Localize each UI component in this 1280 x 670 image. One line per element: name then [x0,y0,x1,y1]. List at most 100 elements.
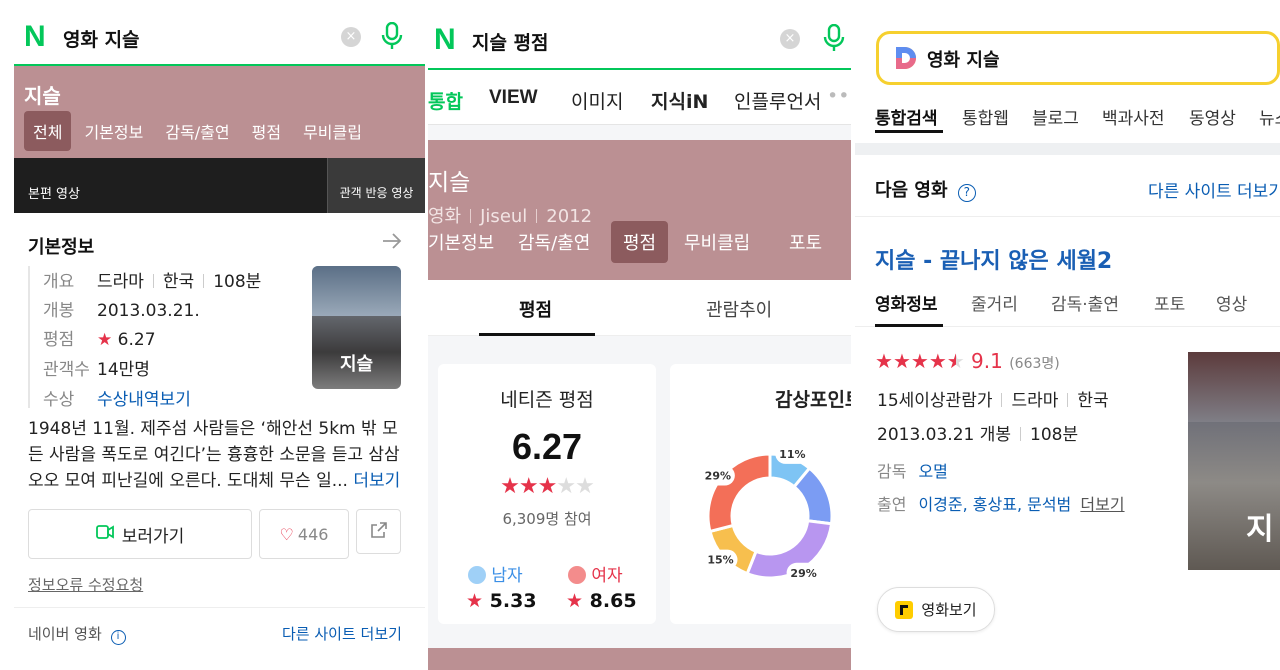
clear-icon[interactable]: × [341,27,361,47]
award-link[interactable]: 수상내역보기 [97,390,191,410]
overview-label: 개요 [43,272,75,292]
help-icon[interactable]: ? [957,184,976,202]
male-label-row: 남자 [468,561,523,586]
tab-rating[interactable]: 평점 [243,111,290,151]
naver-logo[interactable]: N [434,25,460,55]
video-strip[interactable]: 본편 영상 관객 반응 영상 [14,158,425,213]
search-query[interactable]: 영화 지슬 [927,46,1000,72]
audience-row: 관객수 14만명 [43,355,150,380]
naver-movie-panel: N 영화 지슬 × 지슬 전체 기본정보 감독/출연 평점 무비클립 본편 영상… [0,0,428,670]
release-label: 개봉 [43,301,75,321]
tab-news[interactable]: 뉴스 [1259,104,1280,129]
participants: 6,309명 참여 [502,510,592,528]
mic-icon[interactable] [823,23,845,56]
tab-integrated-web[interactable]: 통합웹 [962,104,1009,129]
female-score-row: ★ 8.65 [566,590,637,612]
tab-director-cast[interactable]: 감독·출연 [1051,290,1119,315]
tab-kin[interactable]: 지식iN [651,87,708,114]
audience-value: 14만명 [97,360,150,380]
more-dots-icon[interactable]: •• [827,85,849,107]
tab-influencer[interactable]: 인플루언서 [734,87,820,114]
tab-image[interactable]: 이미지 [571,87,623,114]
female-label-row: 여자 [568,561,623,586]
rating-subtabs: 평점 관람추이 [428,280,851,336]
footer-source-label: 네이버 영화 [28,625,102,643]
tab-movie-info[interactable]: 영화정보 [875,290,938,315]
daum-search-box[interactable]: 영화 지슬 [876,31,1280,85]
tab-photo[interactable]: 포토 [1154,290,1185,315]
tab-video[interactable]: 동영상 [1189,104,1236,129]
cast-label: 출연 [877,495,907,514]
search-query[interactable]: 영화 지슬 [63,25,140,52]
movie-poster[interactable]: 지슬 [312,266,401,389]
like-button[interactable]: ♡ 446 [259,509,349,559]
genre: 드라마 [1011,391,1059,411]
section-title: 기본정보 [28,237,95,258]
more-link[interactable]: 더보기 [353,471,400,491]
director-link[interactable]: 오멸 [918,462,947,481]
tab-integrated[interactable]: 통합 [428,87,463,114]
poster-title: 지슬 [340,354,374,375]
info-icon[interactable]: i [110,630,126,645]
arrow-right-icon[interactable] [382,232,402,254]
main-video-label[interactable]: 본편 영상 [28,183,80,202]
report-error-link[interactable]: 정보오류 수정요청 [28,574,143,595]
star-empty-icon: ★ [575,474,595,499]
tab-movie-clip[interactable]: 무비클립 [684,229,750,255]
tab-basic-info[interactable]: 기본정보 [428,229,494,255]
tab-video-clip[interactable]: 영상 [1216,290,1247,315]
tab-rating[interactable]: 평점 [611,221,669,263]
tab-blog[interactable]: 블로그 [1032,104,1079,129]
footer-more-link[interactable]: 다른 사이트 더보기 [282,623,402,644]
runtime: 108분 [1030,425,1079,445]
movie-title-en: Jiseul [480,206,528,227]
star-filled-icon: ★ [537,474,558,499]
mic-icon[interactable] [381,21,403,54]
donut-label-text: 29% [705,470,731,483]
star-icon: ★ [566,590,584,612]
cast-more-link[interactable]: 더보기 [1080,495,1124,514]
tab-integrated-search[interactable]: 통합검색 [875,104,938,129]
poster-sky [1188,352,1280,422]
star-half-icon: ★ [946,349,965,373]
tab-cast[interactable]: 감독/출연 [156,111,238,151]
donut-label: 11% [775,443,810,464]
country: 한국 [1077,391,1109,411]
tab-photo[interactable]: 포토 [789,229,822,255]
tab-synopsis[interactable]: 줄거리 [971,290,1018,315]
video-icon [95,524,114,544]
movie-poster[interactable]: 지 [1188,352,1280,570]
clear-icon[interactable]: × [780,29,800,49]
movie-title: 지슬 [428,170,471,196]
synopsis-text: 1948년 11월. 제주섬 사람들은 ‘해안선 5km 밖 모든 사람을 폭도… [28,419,400,491]
tab-all[interactable]: 전체 [24,111,72,151]
subtab-rating[interactable]: 평점 [519,296,552,322]
tab-basic-info[interactable]: 기본정보 [75,111,152,151]
subtab-trend[interactable]: 관람추이 [706,296,772,322]
share-button[interactable] [356,509,401,554]
other-sites-link[interactable]: 다른 사이트 더보기 [1148,177,1280,202]
movie-title-link[interactable]: 지슬 - 끝나지 않은 세월2 [875,243,1112,275]
netizen-rating-card: 네티즌 평점 6.27 ★★★★★ 6,309명 참여 남자 ★ 5.33 여자… [438,364,656,624]
cast-links[interactable]: 이경준, 홍상표, 문석범 [918,495,1071,514]
donut-label: 29% [786,562,821,583]
naver-logo[interactable]: N [24,22,50,52]
search-query[interactable]: 지슬 평점 [472,28,549,55]
tab-cast[interactable]: 감독/출연 [518,229,590,255]
male-score-row: ★ 5.33 [466,590,537,612]
section-gap [855,143,1280,155]
watch-button[interactable]: 보러가기 [28,509,252,559]
tab-encyclopedia[interactable]: 백과사전 [1102,104,1165,129]
tab-view[interactable]: VIEW [489,87,538,109]
subtab-active-bar [479,333,595,336]
section-title: 다음 영화 [875,180,948,201]
watch-movie-button[interactable]: 영화보기 [877,587,995,632]
reaction-video-label[interactable]: 관객 반응 영상 [327,158,425,213]
daum-logo[interactable] [893,45,917,71]
tab-movie-clip[interactable]: 무비클립 [294,111,371,151]
netizen-title: 네티즌 평점 [500,389,594,411]
poster-sky [312,266,401,316]
point-title: 감상포인트 [775,389,851,411]
country: 한국 [162,272,195,292]
donut-label: 15% [703,549,738,570]
